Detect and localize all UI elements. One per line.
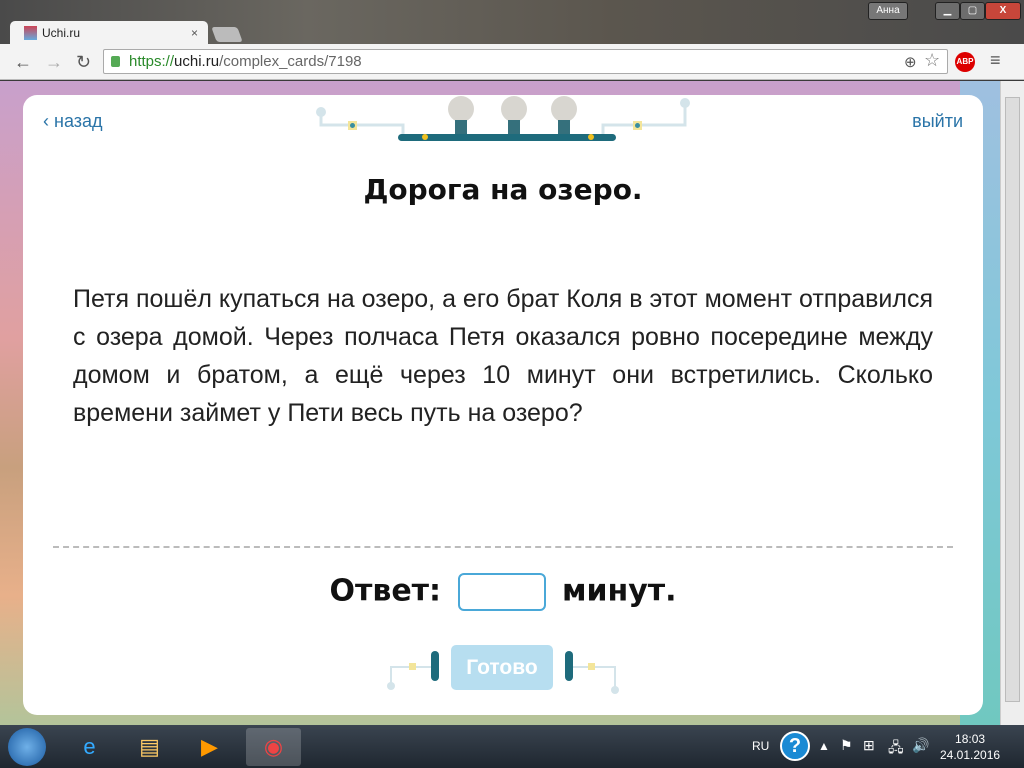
file-explorer-icon[interactable]: ▤	[122, 728, 177, 766]
answer-input[interactable]	[457, 573, 546, 611]
clock-date: 24.01.2016	[940, 748, 1001, 762]
clock-time: 18:03	[955, 732, 986, 746]
url-scheme: https://	[129, 53, 175, 70]
answer-unit: минут.	[561, 573, 677, 609]
exit-link[interactable]: выйти	[912, 111, 963, 132]
start-button[interactable]	[8, 728, 46, 766]
scrollbar[interactable]	[1000, 81, 1024, 725]
task-card: ‹ назад выйти Дорога на озеро. Петя пошё…	[23, 95, 983, 715]
task-title: Дорога на озеро.	[363, 173, 643, 206]
new-tab-button[interactable]	[211, 27, 243, 42]
back-link[interactable]: ‹ назад	[43, 111, 103, 132]
flag-icon[interactable]: ⚑	[840, 737, 853, 754]
language-indicator[interactable]: RU	[752, 739, 769, 753]
favicon-icon	[24, 26, 37, 40]
windows-icon[interactable]: ⊞	[863, 737, 875, 754]
media-player-icon[interactable]: ▶	[182, 728, 237, 766]
show-hidden-icons[interactable]: ▲	[818, 739, 830, 753]
window-titlebar: Анна ▁ ▢ X Uchi.ru ×	[0, 0, 1024, 45]
close-window-button[interactable]: X	[985, 2, 1021, 20]
minimize-button[interactable]: ▁	[935, 2, 960, 20]
address-bar[interactable]: https://uchi.ru/complex_cards/7198	[103, 49, 948, 74]
clock[interactable]: 18:03 24.01.2016	[940, 731, 1000, 763]
profile-button[interactable]: Анна	[868, 2, 908, 20]
internet-explorer-icon[interactable]: e	[62, 728, 117, 766]
submit-button[interactable]: Готово	[451, 645, 553, 690]
light-bulbs-decoration	[316, 96, 690, 141]
chrome-icon[interactable]: ◉	[246, 728, 301, 766]
maximize-button[interactable]: ▢	[960, 2, 985, 20]
tab-title: Uchi.ru	[42, 26, 81, 40]
scrollbar-thumb[interactable]	[1005, 97, 1020, 702]
network-icon[interactable]: 🖧	[888, 737, 904, 761]
answer-label: Ответ:	[329, 573, 442, 609]
zoom-icon[interactable]: ⊕	[904, 53, 917, 71]
back-arrow-icon[interactable]: ←	[14, 52, 32, 73]
answer-row: Ответ: минут.	[23, 573, 983, 611]
help-icon[interactable]: ?	[780, 731, 810, 761]
forward-arrow-icon[interactable]: →	[45, 52, 63, 73]
dashed-divider	[53, 546, 953, 548]
bookmark-star-icon[interactable]: ☆	[924, 50, 940, 71]
volume-icon[interactable]: 🔊	[912, 737, 929, 754]
url-host: uchi.ru	[174, 53, 220, 70]
problem-text: Петя пошёл купаться на озеро, а его брат…	[73, 285, 933, 427]
url-path: /complex_cards/7198	[219, 53, 362, 70]
adblock-icon[interactable]: ABP	[955, 52, 975, 72]
menu-icon[interactable]: ≡	[990, 50, 1001, 71]
lock-icon	[111, 56, 120, 67]
chevron-left-icon: ‹	[43, 111, 54, 131]
reload-icon[interactable]: ↻	[76, 52, 91, 73]
browser-toolbar: ← → ↻ https://uchi.ru/complex_cards/7198…	[0, 44, 1024, 80]
close-tab-icon[interactable]: ×	[191, 21, 198, 45]
tab-uchi[interactable]: Uchi.ru ×	[10, 21, 208, 45]
back-label: назад	[54, 111, 103, 131]
taskbar: e ▤ ▶ ◉ RU ? ▲ ⚑ ⊞ 🖧 🔊 18:03 24.01.2016	[0, 725, 1024, 768]
